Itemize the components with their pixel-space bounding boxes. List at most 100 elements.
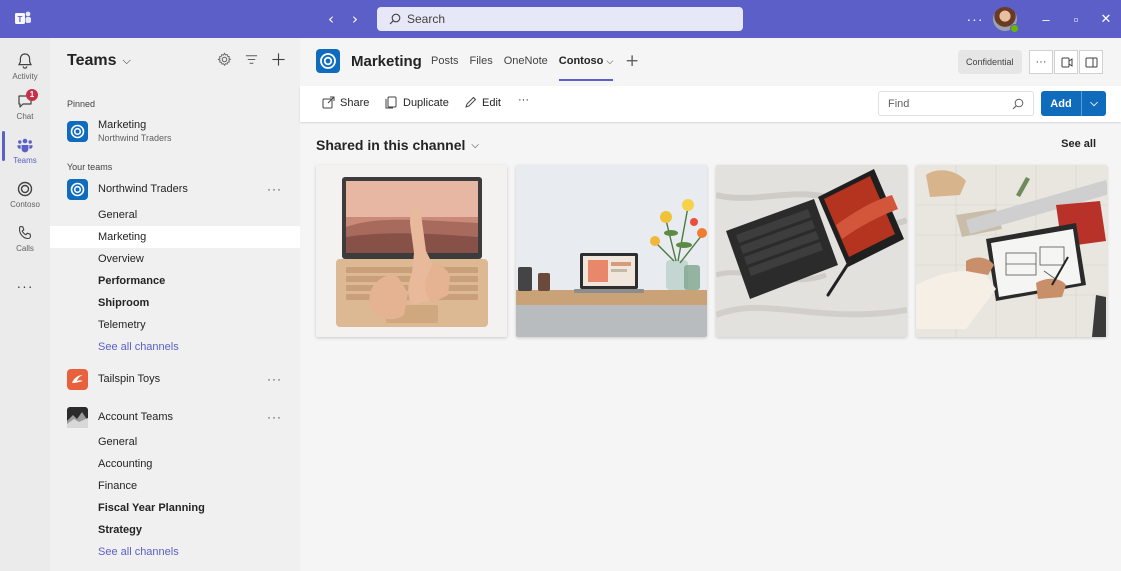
rail-item-teams[interactable]: Teams [0, 132, 50, 176]
team-name: Northwind Traders [98, 183, 188, 195]
channel-item[interactable]: Accounting [50, 453, 300, 475]
team-row-northwind[interactable]: Northwind Traders ··· [50, 176, 300, 204]
presence-available-icon [1010, 24, 1019, 33]
find-input[interactable]: Find [878, 91, 1034, 116]
add-tab-plus-icon[interactable]: + [625, 51, 639, 71]
see-all-channels-link[interactable]: See all channels [50, 541, 300, 563]
contoso-app-icon [17, 181, 33, 197]
chevron-down-icon: ⌵ [471, 139, 479, 151]
chevron-left-icon[interactable]: ‹ [322, 8, 340, 30]
see-all-channels-link[interactable]: See all channels [50, 336, 300, 358]
channel-item[interactable]: Telemetry [50, 314, 300, 336]
channel-item[interactable]: General [50, 431, 300, 453]
tab-contoso-label: Contoso [558, 55, 604, 67]
close-icon[interactable]: ✕ [1091, 0, 1121, 38]
meet-now-icon[interactable] [1054, 50, 1078, 74]
minimize-icon[interactable]: – [1031, 0, 1061, 38]
media-tile-desk[interactable] [516, 165, 707, 337]
rail-label-chat: Chat [16, 112, 34, 121]
phone-icon [18, 225, 32, 240]
rail-label-activity: Activity [12, 72, 38, 81]
laptop-typing-photo [316, 165, 507, 337]
more-horizontal-icon[interactable]: ··· [267, 182, 282, 196]
rail-label-calls: Calls [16, 244, 34, 253]
duplicate-button[interactable]: Duplicate [385, 96, 449, 109]
title-bar: T ‹ › Search ··· – ▫ ✕ [0, 0, 1121, 38]
filter-icon[interactable] [244, 52, 259, 67]
channel-item[interactable]: Shiproom [50, 292, 300, 314]
channel-item[interactable]: General [50, 204, 300, 226]
share-label: Share [340, 96, 370, 109]
more-apps-icon[interactable]: ··· [0, 278, 50, 294]
search-icon [1012, 98, 1024, 109]
app-rail: Activity 1 Chat Teams Contoso Calls ··· [0, 38, 50, 571]
duplicate-label: Duplicate [403, 96, 449, 109]
channel-item[interactable]: Overview [50, 248, 300, 270]
channel-item[interactable]: Finance [50, 475, 300, 497]
pencil-icon [465, 96, 477, 108]
add-label: Add [1050, 97, 1072, 110]
rail-label-teams: Teams [13, 156, 37, 165]
channel-item[interactable]: Fiscal Year Planning [50, 497, 300, 519]
search-input[interactable]: Search [377, 7, 743, 31]
share-button[interactable]: Share [322, 96, 369, 109]
media-tile-tablet[interactable] [716, 165, 907, 337]
see-all-link[interactable]: See all [1061, 138, 1096, 150]
pane-title: Teams [67, 52, 117, 69]
channel-item[interactable]: Strategy [50, 519, 300, 541]
edit-button[interactable]: Edit [464, 96, 501, 109]
chevron-right-icon[interactable]: › [346, 8, 364, 30]
unread-badge: 1 [26, 89, 38, 101]
team-row-tailspin[interactable]: Tailspin Toys ··· [50, 366, 300, 394]
contoso-team-icon [316, 49, 340, 73]
avatar[interactable] [993, 7, 1019, 33]
tab-posts[interactable]: Posts [431, 55, 459, 67]
rail-item-chat[interactable]: 1 Chat [0, 88, 50, 132]
chevron-down-icon: ⌵ [122, 54, 131, 67]
channel-title: Marketing [351, 53, 422, 70]
channel-tabs: Posts Files OneNote Contoso ⌵ [431, 55, 614, 81]
main-content: Marketing Posts Files OneNote Contoso ⌵ … [300, 38, 1121, 571]
team-name: Account Teams [98, 411, 174, 423]
channel-item-selected[interactable]: Marketing [50, 226, 300, 248]
channel-info-icon[interactable] [1079, 50, 1103, 74]
tablet-drawing-photo [916, 165, 1107, 337]
bell-icon [18, 53, 32, 69]
gear-icon[interactable] [217, 52, 232, 67]
rail-label-contoso: Contoso [10, 200, 40, 209]
more-horizontal-icon[interactable]: ··· [267, 410, 282, 424]
plus-icon[interactable] [271, 52, 286, 67]
duplicate-icon [385, 96, 397, 109]
team-row-account-teams[interactable]: Account Teams ··· [50, 404, 300, 432]
tailspin-team-icon [67, 369, 88, 390]
chevron-down-icon[interactable]: ⌵ [1082, 98, 1106, 109]
section-title[interactable]: Shared in this channel ⌵ [316, 137, 479, 153]
search-icon [389, 13, 401, 25]
rail-item-contoso[interactable]: Contoso [0, 176, 50, 220]
sensitivity-label[interactable]: Confidential [958, 50, 1022, 74]
maximize-icon[interactable]: ▫ [1061, 0, 1091, 38]
content-toolbar: Share Duplicate Edit ··· Find Add ⌵ [300, 86, 1121, 122]
edit-label: Edit [482, 96, 501, 109]
pinned-item-marketing[interactable]: Marketing Northwind Traders [50, 116, 300, 148]
more-horizontal-icon[interactable]: ··· [518, 94, 529, 106]
chevron-down-icon: ⌵ [606, 56, 614, 66]
account-teams-icon [67, 407, 88, 428]
desk-laptop-flowers-photo [516, 165, 707, 337]
rail-item-activity[interactable]: Activity [0, 48, 50, 92]
media-tile-drawing[interactable] [916, 165, 1107, 337]
more-horizontal-icon[interactable]: ··· [963, 11, 987, 27]
rail-item-calls[interactable]: Calls [0, 220, 50, 264]
tab-files[interactable]: Files [470, 55, 493, 67]
more-horizontal-icon[interactable]: ··· [267, 372, 282, 386]
team-name: Tailspin Toys [98, 373, 161, 385]
tab-onenote[interactable]: OneNote [504, 55, 548, 67]
contoso-team-icon [67, 179, 88, 200]
tab-contoso[interactable]: Contoso ⌵ [558, 55, 614, 81]
teams-dropdown[interactable]: Teams ⌵ [67, 52, 131, 70]
add-button[interactable]: Add ⌵ [1041, 91, 1106, 116]
media-tile-laptop[interactable] [316, 165, 507, 337]
teams-logo-icon[interactable]: T [14, 10, 32, 27]
channel-item[interactable]: Performance [50, 270, 300, 292]
more-horizontal-icon[interactable]: ··· [1029, 50, 1053, 74]
